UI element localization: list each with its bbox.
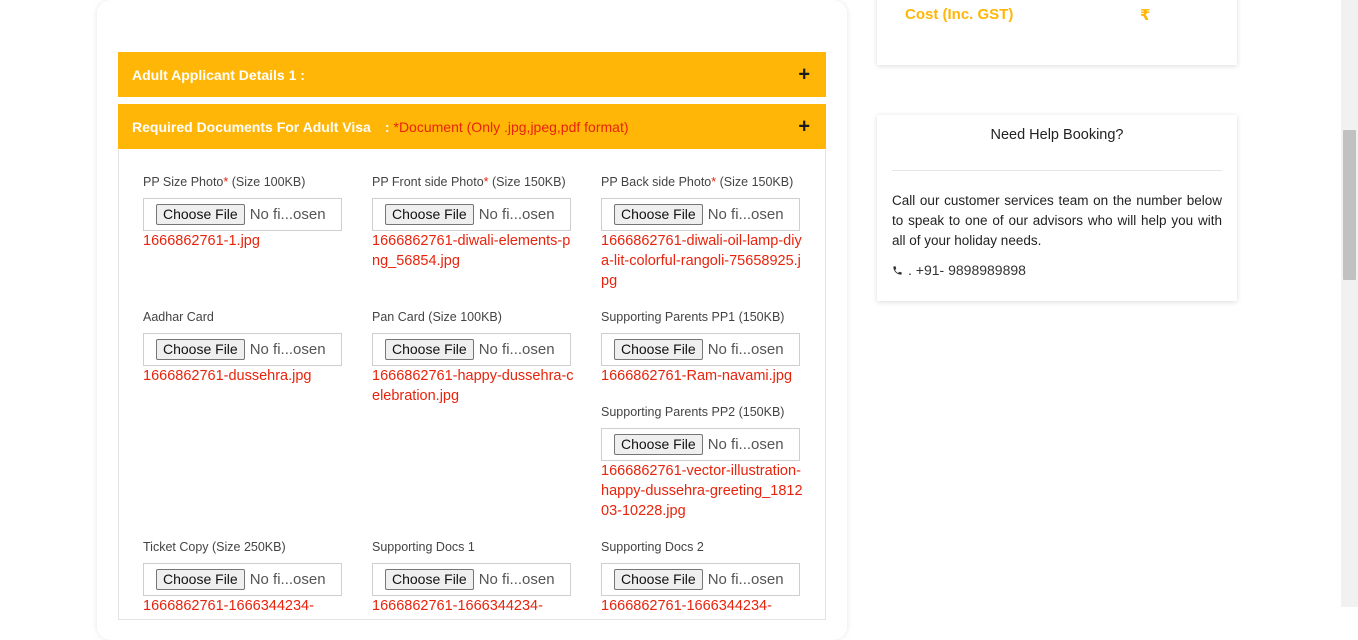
supporting-parents-pp2-file-input[interactable]: Choose File No fi...osen	[601, 428, 800, 461]
uploaded-file-name: 1666862761-happy-dussehra-celebration.jp…	[372, 368, 574, 404]
uploaded-file-name: 1666862761-Ram-navami.jpg	[601, 368, 793, 384]
pp-size-photo-file-input[interactable]: Choose File No fi...osen	[143, 198, 342, 231]
uploaded-file-name: 1666862761-dussehra.jpg	[143, 368, 312, 384]
file-status: No fi...osen	[249, 571, 326, 588]
choose-file-button[interactable]: Choose File	[614, 434, 703, 455]
aadhar-card-file-input[interactable]: Choose File No fi...osen	[143, 333, 342, 366]
help-title: Need Help Booking?	[990, 127, 1124, 143]
choose-file-button[interactable]: Choose File	[614, 204, 703, 225]
phone-icon	[893, 265, 902, 275]
field-label-pp-back-photo: PP Back side Photo* (Size 150KB)	[601, 175, 794, 189]
file-status: No fi...osen	[478, 341, 555, 358]
field-label-pp-size-photo: PP Size Photo* (Size 100KB)	[143, 175, 306, 189]
file-status: No fi...osen	[249, 341, 326, 358]
field-label-aadhar-card: Aadhar Card	[143, 310, 214, 324]
file-status: No fi...osen	[478, 571, 555, 588]
supporting-docs-1-file-input[interactable]: Choose File No fi...osen	[372, 563, 571, 596]
uploaded-file-name: 1666862761-1666344234-	[372, 598, 543, 614]
uploaded-file-name: 1666862761-1666344234-	[143, 598, 314, 614]
file-status: No fi...osen	[707, 206, 784, 223]
phone-number: . +91- 9898989898	[908, 262, 1026, 278]
cost-summary-card: Cost (Inc. GST) ₹	[877, 0, 1237, 65]
field-label-pp-front-photo: PP Front side Photo* (Size 150KB)	[372, 175, 566, 189]
file-status: No fi...osen	[707, 341, 784, 358]
help-description: Call our customer services team on the n…	[892, 193, 1222, 248]
field-label-supporting-parents-pp1: Supporting Parents PP1 (150KB)	[601, 310, 785, 324]
uploaded-file-name: 1666862761-1666344234-	[601, 598, 772, 614]
pp-front-photo-file-input[interactable]: Choose File No fi...osen	[372, 198, 571, 231]
supporting-parents-pp1-file-input[interactable]: Choose File No fi...osen	[601, 333, 800, 366]
help-phone[interactable]: . +91- 9898989898	[892, 262, 1026, 278]
accordion-title: Required Documents For Adult Visa	[132, 118, 371, 135]
ticket-copy-file-input[interactable]: Choose File No fi...osen	[143, 563, 342, 596]
uploaded-file-name: 1666862761-1.jpg	[143, 233, 260, 249]
help-booking-card: Need Help Booking? Call our customer ser…	[877, 115, 1237, 301]
choose-file-button[interactable]: Choose File	[385, 339, 474, 360]
page-scrollbar[interactable]	[1341, 0, 1358, 607]
plus-icon[interactable]: +	[798, 63, 810, 86]
file-status: No fi...osen	[707, 571, 784, 588]
cost-label: Cost (Inc. GST)	[905, 6, 1014, 23]
accordion-adult-applicant[interactable]: Adult Applicant Details 1 : +	[118, 52, 826, 97]
choose-file-button[interactable]: Choose File	[385, 204, 474, 225]
choose-file-button[interactable]: Choose File	[156, 569, 245, 590]
choose-file-button[interactable]: Choose File	[385, 569, 474, 590]
pp-back-photo-file-input[interactable]: Choose File No fi...osen	[601, 198, 800, 231]
supporting-docs-2-file-input[interactable]: Choose File No fi...osen	[601, 563, 800, 596]
choose-file-button[interactable]: Choose File	[156, 339, 245, 360]
field-label-supporting-docs-1: Supporting Docs 1	[372, 540, 475, 554]
choose-file-button[interactable]: Choose File	[614, 339, 703, 360]
field-label-supporting-parents-pp2: Supporting Parents PP2 (150KB)	[601, 405, 785, 419]
uploaded-file-name: 1666862761-diwali-oil-lamp-diya-lit-colo…	[601, 233, 802, 289]
uploaded-file-name: 1666862761-diwali-elements-png_56854.jpg	[372, 233, 571, 269]
file-status: No fi...osen	[249, 206, 326, 223]
field-label-supporting-docs-2: Supporting Docs 2	[601, 540, 704, 554]
format-note: : *Document (Only .jpg,jpeg,pdf format)	[384, 118, 629, 135]
plus-icon[interactable]: +	[798, 115, 810, 138]
accordion-title: Adult Applicant Details 1 :	[132, 66, 305, 83]
file-status: No fi...osen	[707, 436, 784, 453]
field-label-ticket-copy: Ticket Copy (Size 250KB)	[143, 540, 286, 554]
uploaded-file-name: 1666862761-vector-illustration-happy-dus…	[601, 463, 803, 519]
divider	[892, 170, 1222, 171]
scrollbar-thumb[interactable]	[1343, 130, 1356, 280]
choose-file-button[interactable]: Choose File	[156, 204, 245, 225]
field-label-pan-card: Pan Card (Size 100KB)	[372, 310, 502, 324]
file-status: No fi...osen	[478, 206, 555, 223]
accordion-required-documents[interactable]: Required Documents For Adult Visa : *Docu…	[118, 104, 826, 149]
cost-value: ₹	[1140, 7, 1151, 24]
pan-card-file-input[interactable]: Choose File No fi...osen	[372, 333, 571, 366]
choose-file-button[interactable]: Choose File	[614, 569, 703, 590]
